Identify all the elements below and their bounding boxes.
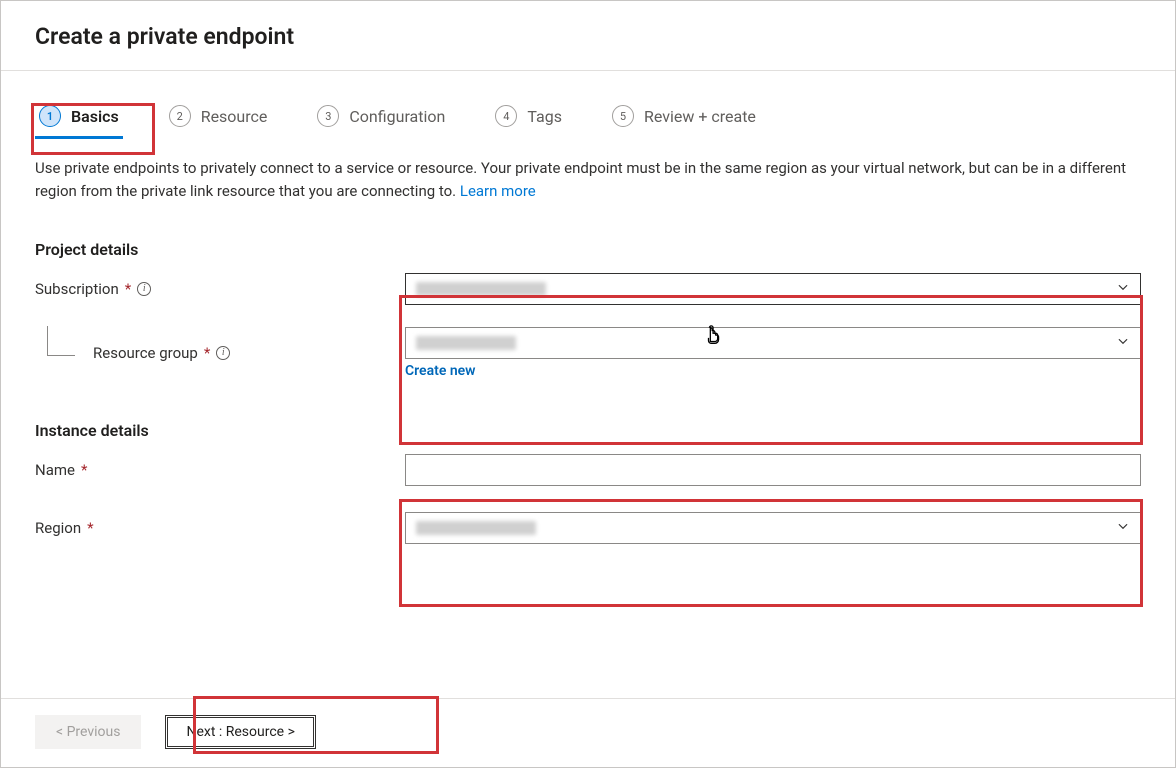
section-project-details: Project details [35, 240, 1141, 259]
tab-label: Configuration [349, 107, 445, 126]
tab-configuration[interactable]: 3 Configuration [313, 99, 449, 137]
resource-group-dropdown[interactable] [405, 327, 1141, 359]
wizard-tabs: 1 Basics 2 Resource 3 Configuration 4 Ta… [1, 99, 1175, 137]
required-mark: * [81, 461, 87, 479]
tab-label: Basics [71, 107, 119, 126]
chevron-down-icon [1116, 519, 1130, 537]
region-label: Region [35, 519, 81, 537]
chevron-down-icon [1116, 334, 1130, 352]
tab-tags[interactable]: 4 Tags [491, 99, 566, 137]
info-icon[interactable]: i [137, 282, 151, 296]
step-number-3: 3 [317, 105, 339, 127]
resource-group-label: Resource group [93, 344, 198, 362]
chevron-down-icon [1116, 280, 1130, 298]
step-number-5: 5 [612, 105, 634, 127]
section-instance-details: Instance details [35, 421, 1141, 440]
hierarchy-connector-icon [47, 326, 75, 356]
region-value-redacted [416, 521, 536, 535]
tab-review-create[interactable]: 5 Review + create [608, 99, 760, 137]
tab-label: Review + create [644, 107, 756, 126]
tab-label: Resource [201, 107, 268, 126]
subscription-dropdown[interactable] [405, 273, 1141, 305]
required-mark: * [87, 519, 93, 537]
page-title: Create a private endpoint [35, 23, 1141, 50]
create-new-link[interactable]: Create new [405, 363, 476, 379]
region-dropdown[interactable] [405, 512, 1141, 544]
tab-basics[interactable]: 1 Basics [35, 99, 123, 137]
resource-group-value-redacted [416, 336, 516, 350]
subscription-label: Subscription [35, 280, 119, 298]
info-icon[interactable]: i [216, 346, 230, 360]
required-mark: * [204, 344, 210, 362]
step-number-2: 2 [169, 105, 191, 127]
subscription-value-redacted [416, 282, 546, 296]
tab-resource[interactable]: 2 Resource [165, 99, 272, 137]
name-input[interactable] [405, 454, 1141, 486]
previous-button: < Previous [35, 715, 141, 749]
intro-text: Use private endpoints to privately conne… [35, 159, 1126, 200]
required-mark: * [125, 280, 131, 298]
wizard-footer: < Previous Next : Resource > [1, 698, 1175, 767]
name-label: Name [35, 461, 75, 479]
next-button[interactable]: Next : Resource > [165, 715, 315, 749]
step-number-4: 4 [495, 105, 517, 127]
learn-more-link[interactable]: Learn more [460, 182, 536, 200]
step-number-1: 1 [39, 105, 61, 127]
tab-label: Tags [527, 107, 562, 126]
